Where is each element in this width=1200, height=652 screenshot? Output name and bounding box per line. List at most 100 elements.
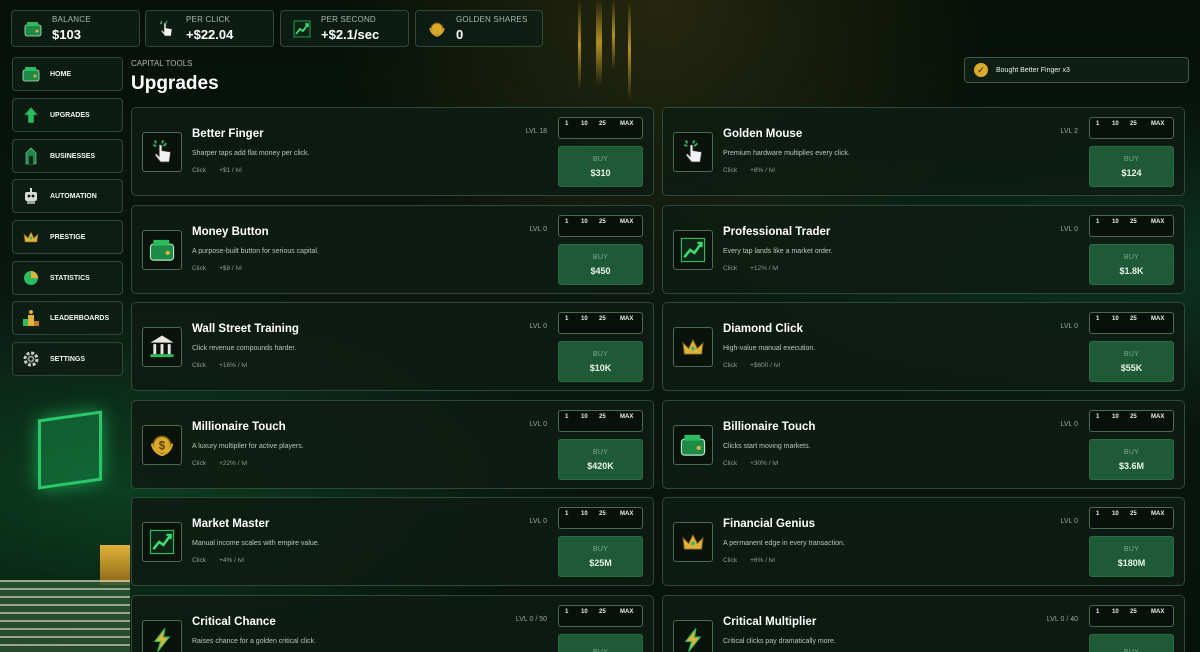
buy-button[interactable]: BUY $180M bbox=[1089, 536, 1174, 577]
qty-option-10[interactable]: 10 bbox=[1112, 219, 1119, 225]
upgrade-level: LVL 0 bbox=[529, 226, 547, 233]
qty-option-max[interactable]: MAX bbox=[620, 511, 633, 517]
nav-leaderboards[interactable]: LEADERBOARDS bbox=[12, 301, 123, 335]
qty-option-25[interactable]: 25 bbox=[1130, 316, 1137, 322]
qty-option-25[interactable]: 25 bbox=[1130, 219, 1137, 225]
nav-prestige[interactable]: PRESTIGE bbox=[12, 220, 123, 254]
nav-label: BUSINESSES bbox=[50, 152, 96, 160]
buy-price: $310 bbox=[590, 167, 611, 178]
qty-option-1[interactable]: 1 bbox=[1096, 414, 1099, 420]
nav-label: PRESTIGE bbox=[50, 233, 86, 241]
buy-button[interactable]: BUY $420K bbox=[558, 439, 643, 480]
qty-option-max[interactable]: MAX bbox=[1151, 316, 1164, 322]
buy-button[interactable]: BUY $310 bbox=[558, 146, 643, 187]
svg-text:$: $ bbox=[159, 440, 166, 452]
qty-option-1[interactable]: 1 bbox=[565, 414, 568, 420]
wallet-icon bbox=[21, 64, 41, 84]
qty-option-25[interactable]: 25 bbox=[599, 219, 606, 225]
qty-option-10[interactable]: 10 bbox=[1112, 609, 1119, 615]
qty-option-1[interactable]: 1 bbox=[1096, 316, 1099, 322]
check-icon: ✓ bbox=[974, 63, 988, 77]
qty-option-1[interactable]: 1 bbox=[1096, 219, 1099, 225]
qty-option-1[interactable]: 1 bbox=[1096, 511, 1099, 517]
lightning-icon bbox=[673, 620, 713, 652]
qty-option-1[interactable]: 1 bbox=[565, 219, 568, 225]
nav-businesses[interactable]: BUSINESSES bbox=[12, 139, 123, 173]
nav-automation[interactable]: AUTOMATION bbox=[12, 179, 123, 213]
buy-button[interactable]: BUY bbox=[1089, 634, 1174, 652]
qty-option-max[interactable]: MAX bbox=[1151, 121, 1164, 127]
stat-value: +$2.1/sec bbox=[321, 27, 380, 42]
qty-option-10[interactable]: 10 bbox=[581, 609, 588, 615]
nav-label: LEADERBOARDS bbox=[50, 314, 110, 322]
buy-button[interactable]: BUY $10K bbox=[558, 341, 643, 382]
qty-option-1[interactable]: 1 bbox=[565, 511, 568, 517]
upgrade-name: Money Button bbox=[192, 226, 269, 238]
stat-value: 0 bbox=[456, 27, 464, 42]
buy-button[interactable]: BUY $25M bbox=[558, 536, 643, 577]
buy-button[interactable]: BUY $3.6M bbox=[1089, 439, 1174, 480]
qty-option-10[interactable]: 10 bbox=[581, 316, 588, 322]
qty-option-max[interactable]: MAX bbox=[1151, 609, 1164, 615]
upgrade-description: Critical clicks pay dramatically more. bbox=[723, 638, 836, 645]
qty-option-max[interactable]: MAX bbox=[620, 121, 633, 127]
qty-option-25[interactable]: 25 bbox=[1130, 609, 1137, 615]
buy-button[interactable]: BUY $55K bbox=[1089, 341, 1174, 382]
nav-statistics[interactable]: STATISTICS bbox=[12, 261, 123, 295]
buy-button[interactable]: BUY bbox=[558, 634, 643, 652]
qty-option-max[interactable]: MAX bbox=[1151, 219, 1164, 225]
qty-option-25[interactable]: 25 bbox=[1130, 511, 1137, 517]
qty-option-10[interactable]: 10 bbox=[1112, 316, 1119, 322]
qty-option-1[interactable]: 1 bbox=[565, 121, 568, 127]
stat-label: BALANCE bbox=[52, 15, 91, 24]
stat-label: GOLDEN SHARES bbox=[456, 15, 528, 24]
nav-upgrades[interactable]: UPGRADES bbox=[12, 98, 123, 132]
upgrade-level: LVL 0 bbox=[1060, 323, 1078, 330]
quantity-selector: 1 10 25 MAX bbox=[1089, 117, 1174, 139]
qty-option-max[interactable]: MAX bbox=[1151, 414, 1164, 420]
buy-button[interactable]: BUY $450 bbox=[558, 244, 643, 285]
qty-option-max[interactable]: MAX bbox=[620, 219, 633, 225]
upgrade-effect: +12% / lvl bbox=[750, 265, 779, 272]
nav-label: HOME bbox=[50, 70, 71, 78]
qty-option-25[interactable]: 25 bbox=[1130, 121, 1137, 127]
qty-option-10[interactable]: 10 bbox=[1112, 511, 1119, 517]
qty-option-max[interactable]: MAX bbox=[620, 414, 633, 420]
upgrade-card: Wall Street Training Click revenue compou… bbox=[131, 302, 654, 391]
qty-option-max[interactable]: MAX bbox=[620, 316, 633, 322]
quantity-selector: 1 10 25 MAX bbox=[558, 215, 643, 237]
qty-option-25[interactable]: 25 bbox=[599, 316, 606, 322]
upgrade-name: Better Finger bbox=[192, 128, 264, 140]
qty-option-25[interactable]: 25 bbox=[599, 609, 606, 615]
upgrade-card: Market Master Manual income scales with e… bbox=[131, 497, 654, 586]
qty-option-1[interactable]: 1 bbox=[1096, 121, 1099, 127]
qty-option-10[interactable]: 10 bbox=[1112, 121, 1119, 127]
nav-settings[interactable]: SETTINGS bbox=[12, 342, 123, 376]
buy-label: BUY bbox=[592, 448, 609, 456]
qty-option-1[interactable]: 1 bbox=[1096, 609, 1099, 615]
qty-option-25[interactable]: 25 bbox=[1130, 414, 1137, 420]
qty-option-1[interactable]: 1 bbox=[565, 609, 568, 615]
qty-option-10[interactable]: 10 bbox=[581, 511, 588, 517]
qty-option-max[interactable]: MAX bbox=[620, 609, 633, 615]
robot-icon bbox=[21, 186, 41, 206]
buy-button[interactable]: BUY $1.8K bbox=[1089, 244, 1174, 285]
qty-option-1[interactable]: 1 bbox=[565, 316, 568, 322]
qty-option-25[interactable]: 25 bbox=[599, 511, 606, 517]
lightning-icon bbox=[142, 620, 182, 652]
qty-option-10[interactable]: 10 bbox=[581, 219, 588, 225]
buy-button[interactable]: BUY $124 bbox=[1089, 146, 1174, 187]
upgrade-name: Professional Trader bbox=[723, 226, 831, 238]
wallet-icon bbox=[23, 19, 43, 39]
qty-option-10[interactable]: 10 bbox=[581, 414, 588, 420]
qty-option-25[interactable]: 25 bbox=[599, 414, 606, 420]
upgrade-card: Diamond Click High-value manual execution… bbox=[662, 302, 1185, 391]
nav-label: SETTINGS bbox=[50, 355, 86, 363]
stat-label: PER CLICK bbox=[186, 15, 231, 24]
qty-option-25[interactable]: 25 bbox=[599, 121, 606, 127]
upgrade-type: Click bbox=[723, 362, 738, 369]
qty-option-10[interactable]: 10 bbox=[581, 121, 588, 127]
qty-option-max[interactable]: MAX bbox=[1151, 511, 1164, 517]
nav-home[interactable]: HOME bbox=[12, 57, 123, 91]
qty-option-10[interactable]: 10 bbox=[1112, 414, 1119, 420]
